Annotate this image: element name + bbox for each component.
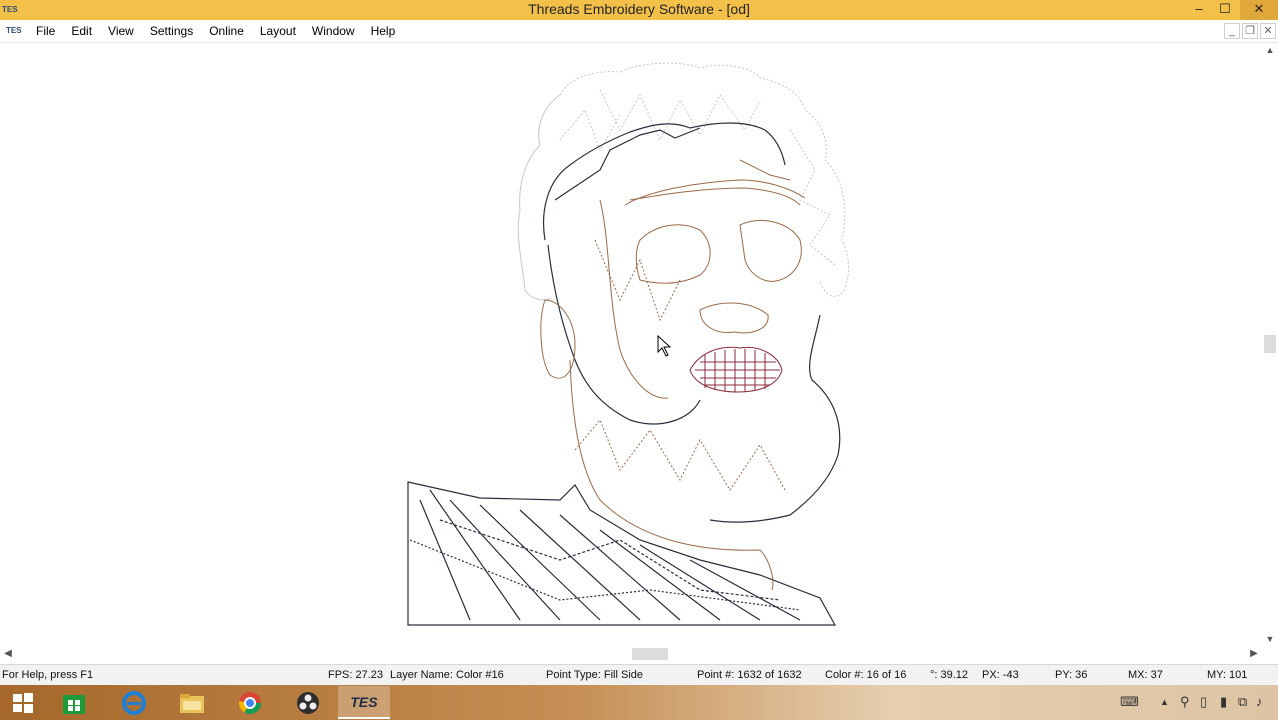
vertical-scroll-thumb[interactable] — [1264, 335, 1276, 353]
taskbar-tes-active[interactable]: TES — [338, 686, 390, 719]
menu-file[interactable]: File — [28, 23, 63, 39]
status-point-type: Point Type: Fill Side — [546, 669, 644, 681]
menu-window[interactable]: Window — [304, 23, 363, 39]
close-button[interactable]: ✕ — [1240, 0, 1278, 20]
maximize-button[interactable]: ☐ — [1210, 0, 1240, 20]
tes-taskbar-label: TES — [350, 693, 378, 710]
status-color-number: Color #: 16 of 16 — [825, 669, 907, 681]
design-canvas[interactable] — [0, 43, 1262, 646]
horizontal-scrollbar[interactable]: ◀ ▶ — [0, 646, 1262, 662]
menu-edit[interactable]: Edit — [63, 23, 100, 39]
window-title: Threads Embroidery Software - [od] — [528, 1, 750, 17]
taskbar-store[interactable] — [48, 686, 100, 719]
menu-list: File Edit View Settings Online Layout Wi… — [28, 23, 403, 39]
menu-settings[interactable]: Settings — [142, 23, 201, 39]
lips-layer — [689, 346, 783, 393]
scroll-left-arrow-icon[interactable]: ◀ — [0, 646, 16, 662]
scroll-right-arrow-icon[interactable]: ▶ — [1246, 646, 1262, 662]
network-icon[interactable]: ⧉ — [1238, 694, 1247, 710]
menu-help[interactable]: Help — [363, 23, 404, 39]
taskbar-chrome[interactable] — [224, 686, 276, 719]
volume-icon[interactable]: ♪ — [1256, 694, 1263, 709]
hair-layer — [517, 62, 849, 301]
status-my: MY: 101 — [1207, 669, 1248, 681]
status-help: For Help, press F1 — [2, 669, 94, 681]
tray-expand-icon[interactable]: ▲ — [1160, 697, 1169, 707]
taskbar: TES ⌨ ▲ ⚲ ▯ ▮ ⧉ ♪ — [0, 685, 1278, 720]
title-bar: TES Threads Embroidery Software - [od] –… — [0, 0, 1278, 20]
taskbar-obs[interactable] — [282, 686, 334, 719]
network-signal-icon[interactable]: ▮ — [1220, 694, 1227, 710]
dark-outline-layer — [407, 122, 841, 626]
tray-notification-icon[interactable]: ▯ — [1200, 694, 1207, 710]
obs-icon — [297, 691, 319, 714]
folder-icon — [180, 693, 204, 713]
menu-online[interactable]: Online — [201, 23, 252, 39]
taskbar-internet-explorer[interactable] — [108, 686, 160, 719]
windows-logo-icon — [13, 692, 33, 713]
status-mx: MX: 37 — [1128, 669, 1163, 681]
internet-explorer-icon — [122, 690, 146, 715]
horizontal-scroll-thumb[interactable] — [632, 648, 668, 660]
menu-view[interactable]: View — [100, 23, 142, 39]
menu-bar: TES File Edit View Settings Online Layou… — [0, 20, 1278, 43]
vertical-scrollbar[interactable]: ▲ ▼ — [1262, 43, 1278, 646]
status-px: PX: -43 — [982, 669, 1019, 681]
taskbar-file-explorer[interactable] — [166, 686, 218, 719]
document-icon[interactable]: TES — [6, 23, 22, 39]
chrome-icon — [239, 691, 261, 714]
status-point-number: Point #: 1632 of 1632 — [697, 669, 802, 681]
embroidery-design — [407, 62, 849, 626]
status-angle: °: 39.12 — [930, 669, 969, 681]
status-layer-name: Layer Name: Color #16 — [390, 669, 504, 681]
mouse-cursor — [657, 334, 672, 357]
status-py: PY: 36 — [1055, 669, 1088, 681]
document-restore-button[interactable]: ❐ — [1242, 23, 1258, 39]
tray-app-icon[interactable]: ⚲ — [1180, 694, 1190, 710]
status-bar: For Help, press F1 FPS: 27.23 Layer Name… — [0, 664, 1278, 685]
scroll-down-arrow-icon[interactable]: ▼ — [1262, 632, 1278, 646]
store-icon — [63, 694, 85, 714]
status-fps: FPS: 27.23 — [328, 669, 384, 681]
document-close-button[interactable]: ✕ — [1260, 23, 1276, 39]
keyboard-icon[interactable]: ⌨ — [1120, 694, 1139, 710]
windows-start-button[interactable] — [0, 686, 46, 719]
document-minimize-button[interactable]: _ — [1224, 23, 1240, 39]
scroll-up-arrow-icon[interactable]: ▲ — [1262, 43, 1278, 57]
menu-layout[interactable]: Layout — [252, 23, 304, 39]
